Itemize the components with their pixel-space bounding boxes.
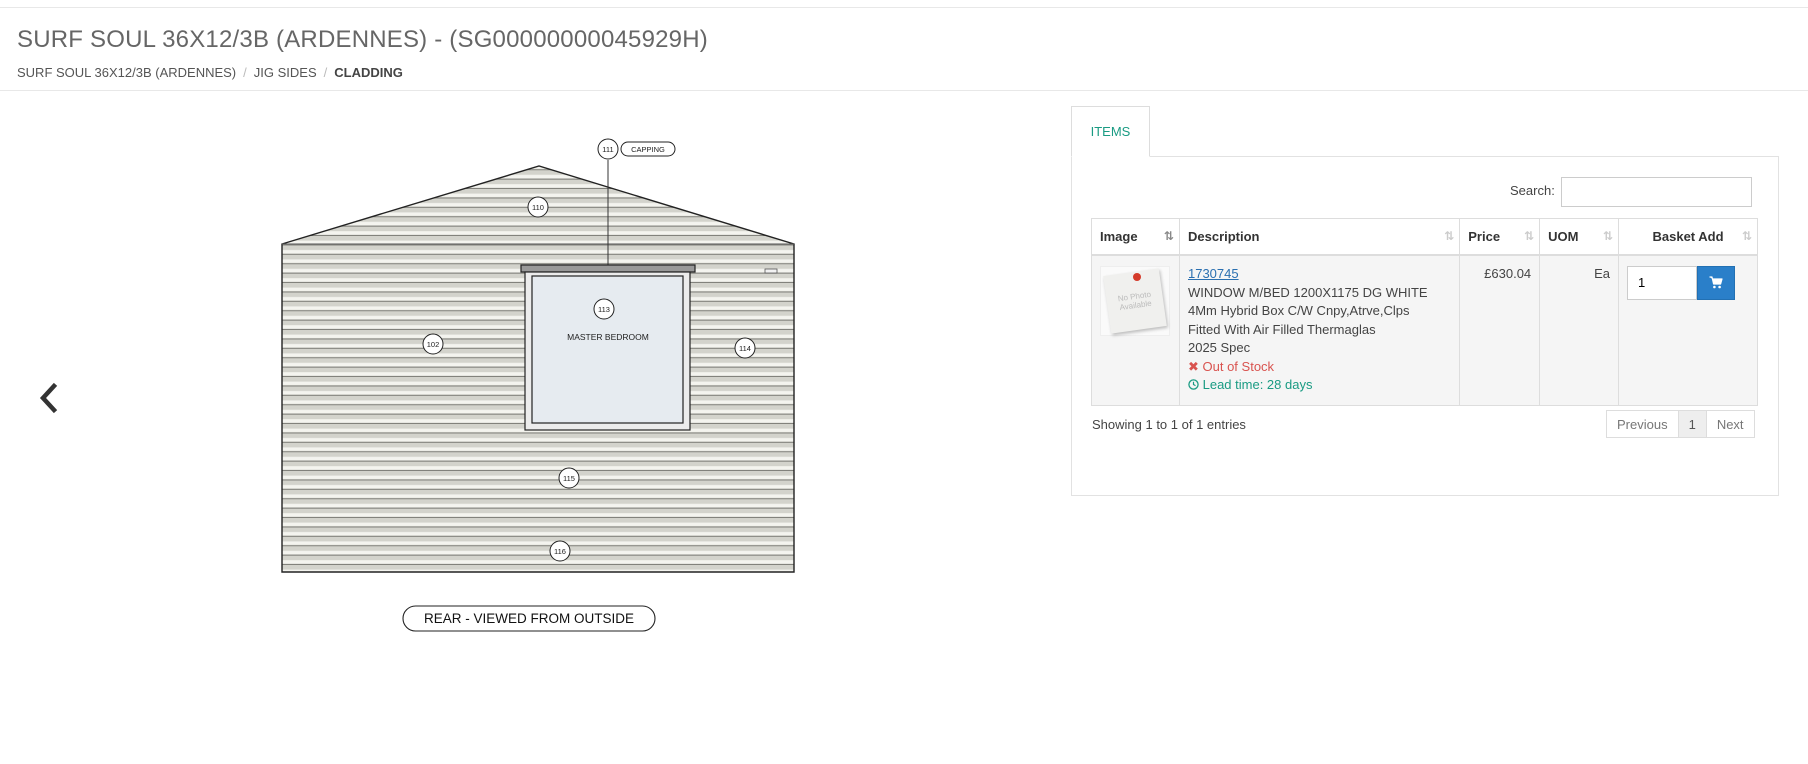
description-cell: 1730745 WINDOW M/BED 1200X1175 DG WHITE …	[1178, 254, 1461, 406]
quantity-input[interactable]	[1627, 265, 1698, 300]
column-header-uom[interactable]: UOM ⇅	[1539, 218, 1620, 256]
pagination-previous[interactable]: Previous	[1606, 410, 1679, 438]
breadcrumb-separator: /	[243, 65, 247, 80]
callout-111[interactable]: 111	[597, 138, 619, 160]
pagination-next[interactable]: Next	[1705, 410, 1755, 438]
column-header-description[interactable]: Description ⇅	[1178, 218, 1461, 256]
tab-items[interactable]: ITEMS	[1071, 106, 1150, 157]
search-label: Search:	[1510, 183, 1555, 198]
column-header-label: Price	[1468, 228, 1501, 244]
column-header-price[interactable]: Price ⇅	[1459, 218, 1541, 256]
product-code-link[interactable]: 1730745	[1188, 266, 1451, 281]
callout-number: 111	[602, 145, 613, 154]
view-caption-text: REAR - VIEWED FROM OUTSIDE	[424, 611, 634, 626]
column-header-label: Basket Add	[1652, 228, 1724, 244]
sort-icon: ⇅	[1741, 229, 1752, 243]
description-line: WINDOW M/BED 1200X1175 DG WHITE	[1187, 284, 1428, 300]
sort-icon: ⇅	[1602, 229, 1613, 243]
table-header-row: Image ⇅ Description ⇅ Price ⇅ UOM ⇅ Basket A…	[1091, 218, 1758, 256]
sort-icon: ⇅	[1524, 229, 1534, 243]
pagination-page[interactable]: 1	[1677, 410, 1707, 438]
table-row: No Photo Available 1730745 WINDOW M/BED …	[1091, 254, 1758, 406]
window-frame	[520, 264, 696, 431]
pagination: Previous 1 Next	[1606, 410, 1755, 438]
view-caption: REAR - VIEWED FROM OUTSIDE	[402, 605, 656, 632]
callout-number: 113	[598, 305, 610, 314]
description-line: 2025 Spec	[1187, 340, 1251, 355]
column-header-label: Description	[1187, 228, 1260, 244]
callout-number: 115	[563, 474, 575, 483]
callout-number: 114	[739, 344, 751, 353]
chevron-left-icon[interactable]	[36, 380, 62, 416]
callout-113[interactable]: 113	[593, 298, 615, 320]
basket-cell	[1618, 254, 1758, 406]
callout-number: 102	[427, 340, 440, 349]
breadcrumb-item-current: CLADDING	[334, 65, 403, 80]
callout-number: 116	[554, 547, 566, 556]
basket-add-group	[1627, 265, 1749, 300]
items-table: Image ⇅ Description ⇅ Price ⇅ UOM ⇅ Basket A…	[1091, 218, 1758, 406]
description-line: Fitted With Air Filled Thermaglas	[1187, 321, 1376, 337]
top-divider	[0, 7, 1808, 8]
lead-time: Lead time: 28 days	[1188, 376, 1451, 395]
pin-icon	[1133, 272, 1141, 281]
breadcrumb: SURF SOUL 36X12/3B (ARDENNES) / JIG SIDES /…	[17, 65, 403, 80]
uom-cell: Ea	[1539, 254, 1620, 406]
capping-tag: CAPPING	[620, 141, 676, 157]
callout-116[interactable]: 116	[549, 540, 571, 562]
times-icon: ✖	[1187, 358, 1199, 374]
capping-label: CAPPING	[631, 145, 665, 154]
lead-time-text: Lead time: 28 days	[1202, 377, 1313, 392]
search-input[interactable]	[1561, 177, 1752, 207]
column-header-label: UOM	[1548, 228, 1579, 244]
breadcrumb-item-section[interactable]: JIG SIDES	[254, 65, 317, 80]
clock-icon	[1188, 379, 1199, 390]
image-cell: No Photo Available	[1091, 254, 1180, 406]
elevation-drawing: MASTER BEDROOM 111 CAPPING 110 113 102 1…	[281, 138, 795, 632]
stock-status: ✖ Out of Stock	[1188, 358, 1451, 377]
callout-number: 110	[532, 203, 544, 212]
description-line: 4Mm Hybrid Box C/W Cnpy,Atrve,Clps	[1187, 303, 1410, 318]
callout-114[interactable]: 114	[734, 337, 756, 359]
vent-mark	[764, 268, 778, 274]
breadcrumb-separator: /	[323, 65, 328, 80]
price-cell: £630.04	[1459, 254, 1541, 406]
entries-info: Showing 1 to 1 of 1 entries	[1092, 417, 1246, 432]
room-label: MASTER BEDROOM	[567, 332, 649, 342]
product-thumbnail[interactable]: No Photo Available	[1100, 265, 1170, 336]
callout-110[interactable]: 110	[527, 196, 549, 218]
cart-icon	[1709, 276, 1723, 289]
sort-icon: ⇅	[1444, 229, 1454, 243]
header-divider	[0, 90, 1808, 91]
breadcrumb-item-product[interactable]: SURF SOUL 36X12/3B (ARDENNES)	[17, 65, 236, 80]
page-title: SURF SOUL 36X12/3B (ARDENNES) - (SG00000…	[17, 26, 708, 53]
column-header-label: Image	[1100, 228, 1138, 244]
callout-102[interactable]: 102	[422, 333, 444, 355]
callout-115[interactable]: 115	[558, 467, 580, 489]
sort-icon: ⇅	[1163, 229, 1174, 243]
stock-status-text: Out of Stock	[1202, 358, 1275, 374]
column-header-basket[interactable]: Basket Add ⇅	[1618, 218, 1758, 256]
column-header-image[interactable]: Image ⇅	[1091, 218, 1180, 256]
add-to-basket-button[interactable]	[1697, 265, 1736, 300]
